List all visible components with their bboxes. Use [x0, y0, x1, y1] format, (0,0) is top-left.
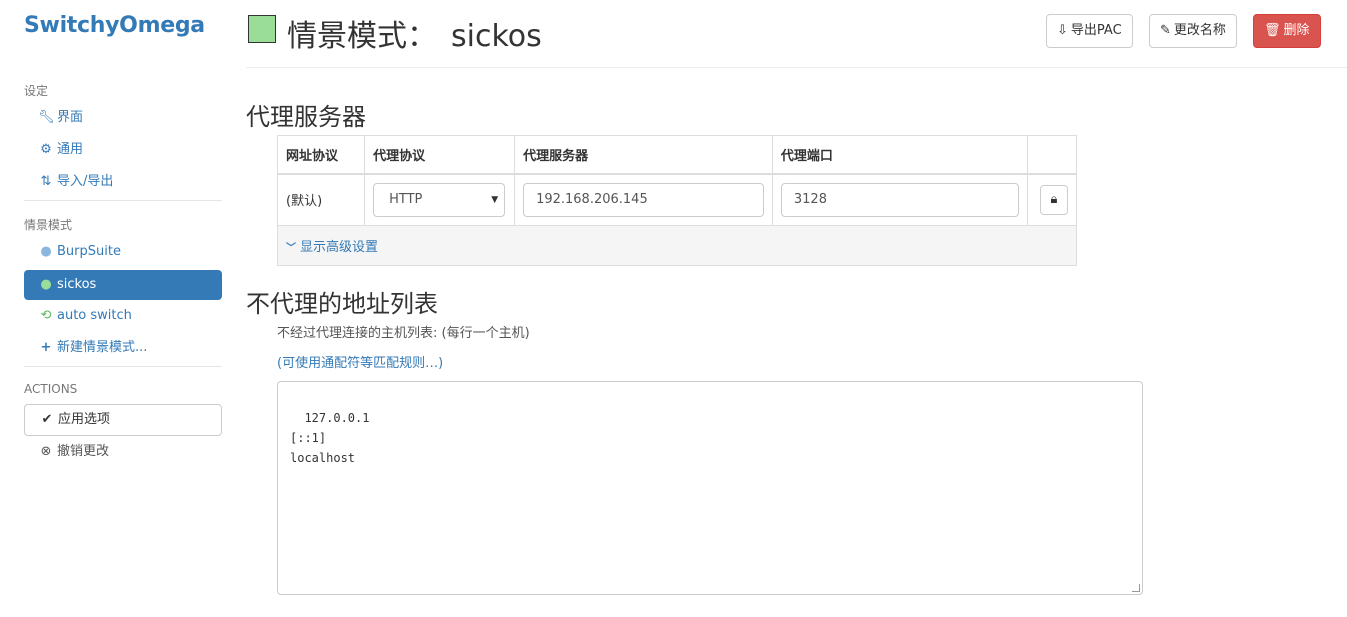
- lock-icon: 🔒︎: [1050, 191, 1058, 207]
- proxy-table: 网址协议 代理协议 代理服务器 代理端口 (默认) HTTP ▼ 192.168…: [276, 135, 1078, 266]
- chevron-down-icon: ﹀: [286, 243, 296, 254]
- delete-button[interactable]: 🗑︎ 删除: [1253, 14, 1321, 48]
- protocol-cell: HTTP ▼: [364, 173, 516, 226]
- advanced-cell: ﹀ 显示高级设置: [277, 225, 1077, 266]
- sidebar-item-label: 新建情景模式...: [57, 340, 148, 355]
- discard-changes-label: 撤销更改: [57, 444, 110, 459]
- retweet-icon: ⟲: [40, 308, 52, 323]
- export-pac-button[interactable]: ⇩ 导出PAC: [1046, 14, 1133, 48]
- bypass-section-title: 不代理的地址列表: [246, 290, 438, 318]
- sidebar-item-interface[interactable]: 🔧︎ 界面: [24, 103, 222, 133]
- advanced-row: ﹀ 显示高级设置: [277, 225, 1077, 266]
- server-cell: 192.168.206.145: [514, 173, 773, 226]
- brand-logo[interactable]: SwitchyOmega: [24, 13, 205, 38]
- sidebar-item-label: 界面: [57, 110, 84, 125]
- close-circle-icon: ⊗: [40, 444, 52, 459]
- auth-lock-button[interactable]: 🔒︎: [1039, 184, 1068, 215]
- apply-options-button[interactable]: ✔ 应用选项: [24, 404, 222, 436]
- sidebar-item-burpsuite[interactable]: ● BurpSuite: [24, 237, 222, 267]
- column-header: 代理协议: [364, 135, 516, 175]
- edit-icon: ✎: [1160, 23, 1171, 38]
- profile-name: sickos: [451, 19, 542, 54]
- actions-header: ACTIONS: [24, 382, 78, 396]
- trash-icon: 🗑︎: [1264, 23, 1281, 38]
- sidebar-item-label: 导入/导出: [57, 174, 114, 189]
- sidebar-item-label: BurpSuite: [57, 244, 121, 259]
- page-title-prefix: 情景模式：: [287, 19, 437, 54]
- proxy-server-input[interactable]: 192.168.206.145: [523, 182, 764, 217]
- wildcard-rules-link[interactable]: (可使用通配符等匹配规则…): [277, 352, 443, 371]
- settings-header: 设定: [24, 84, 49, 98]
- caret-down-icon: ▼: [491, 194, 499, 205]
- show-advanced-label: 显示高级设置: [300, 240, 379, 255]
- sidebar: SwitchyOmega 设定 🔧︎ 界面 ⚙ 通用 ⇅ 导入/导出 情景模式 ● Bu…: [0, 0, 240, 617]
- port-cell: 3128: [771, 173, 1028, 226]
- download-icon: ⇩: [1057, 23, 1068, 38]
- sidebar-item-label: 通用: [57, 142, 84, 157]
- globe-icon: ●: [40, 277, 52, 292]
- bypass-help-text: 不经过代理连接的主机列表: (每行一个主机): [277, 326, 530, 341]
- auth-cell: 🔒︎: [1026, 173, 1078, 226]
- column-header: 网址协议: [276, 135, 366, 175]
- sidebar-item-new-profile[interactable]: + 新建情景模式...: [24, 333, 222, 363]
- scheme-cell: (默认): [276, 173, 366, 226]
- rename-button[interactable]: ✎ 更改名称: [1149, 14, 1237, 48]
- sidebar-item-label: sickos: [57, 277, 97, 292]
- sidebar-item-sickos[interactable]: ● sickos: [24, 270, 222, 300]
- bypass-list-content: 127.0.0.1 [::1] localhost: [290, 411, 370, 465]
- sidebar-item-auto-switch[interactable]: ⟲ auto switch: [24, 301, 222, 331]
- check-circle-icon: ✔: [41, 412, 53, 427]
- import-export-icon: ⇅: [40, 174, 52, 189]
- resize-handle[interactable]: [1132, 584, 1140, 592]
- proxy-port-input[interactable]: 3128: [780, 182, 1019, 217]
- discard-changes-button[interactable]: ⊗ 撤销更改: [24, 437, 222, 467]
- page-title: 情景模式： sickos: [287, 11, 542, 55]
- apply-options-label: 应用选项: [58, 412, 111, 427]
- page-header: 情景模式： sickos ⇩ 导出PAC ✎ 更改名称 🗑︎ 删除: [246, 0, 1347, 68]
- column-header: 代理服务器: [514, 135, 773, 175]
- profile-color-swatch[interactable]: [248, 15, 276, 43]
- sidebar-item-import-export[interactable]: ⇅ 导入/导出: [24, 167, 222, 197]
- profiles-header: 情景模式: [24, 218, 73, 232]
- column-header: 代理端口: [771, 135, 1028, 175]
- protocol-select[interactable]: HTTP ▼: [373, 182, 506, 217]
- protocol-value: HTTP: [389, 191, 423, 207]
- divider: [24, 366, 222, 367]
- sidebar-item-general[interactable]: ⚙ 通用: [24, 135, 222, 165]
- plus-icon: +: [40, 340, 52, 355]
- bypass-list-textarea[interactable]: 127.0.0.1 [::1] localhost: [277, 381, 1143, 595]
- show-advanced-link[interactable]: ﹀ 显示高级设置: [286, 240, 378, 255]
- globe-icon: ●: [40, 244, 52, 259]
- divider: [24, 200, 222, 201]
- rename-label: 更改名称: [1173, 23, 1226, 38]
- sidebar-item-label: auto switch: [57, 308, 132, 323]
- proxy-section-title: 代理服务器: [246, 103, 366, 131]
- wrench-icon: 🔧︎: [38, 110, 55, 125]
- column-header-empty: [1026, 135, 1078, 175]
- table-row: (默认) HTTP ▼ 192.168.206.145 3128 🔒︎: [276, 173, 1078, 226]
- delete-label: 删除: [1283, 23, 1310, 38]
- export-pac-label: 导出PAC: [1070, 23, 1122, 38]
- gear-icon: ⚙: [40, 142, 52, 157]
